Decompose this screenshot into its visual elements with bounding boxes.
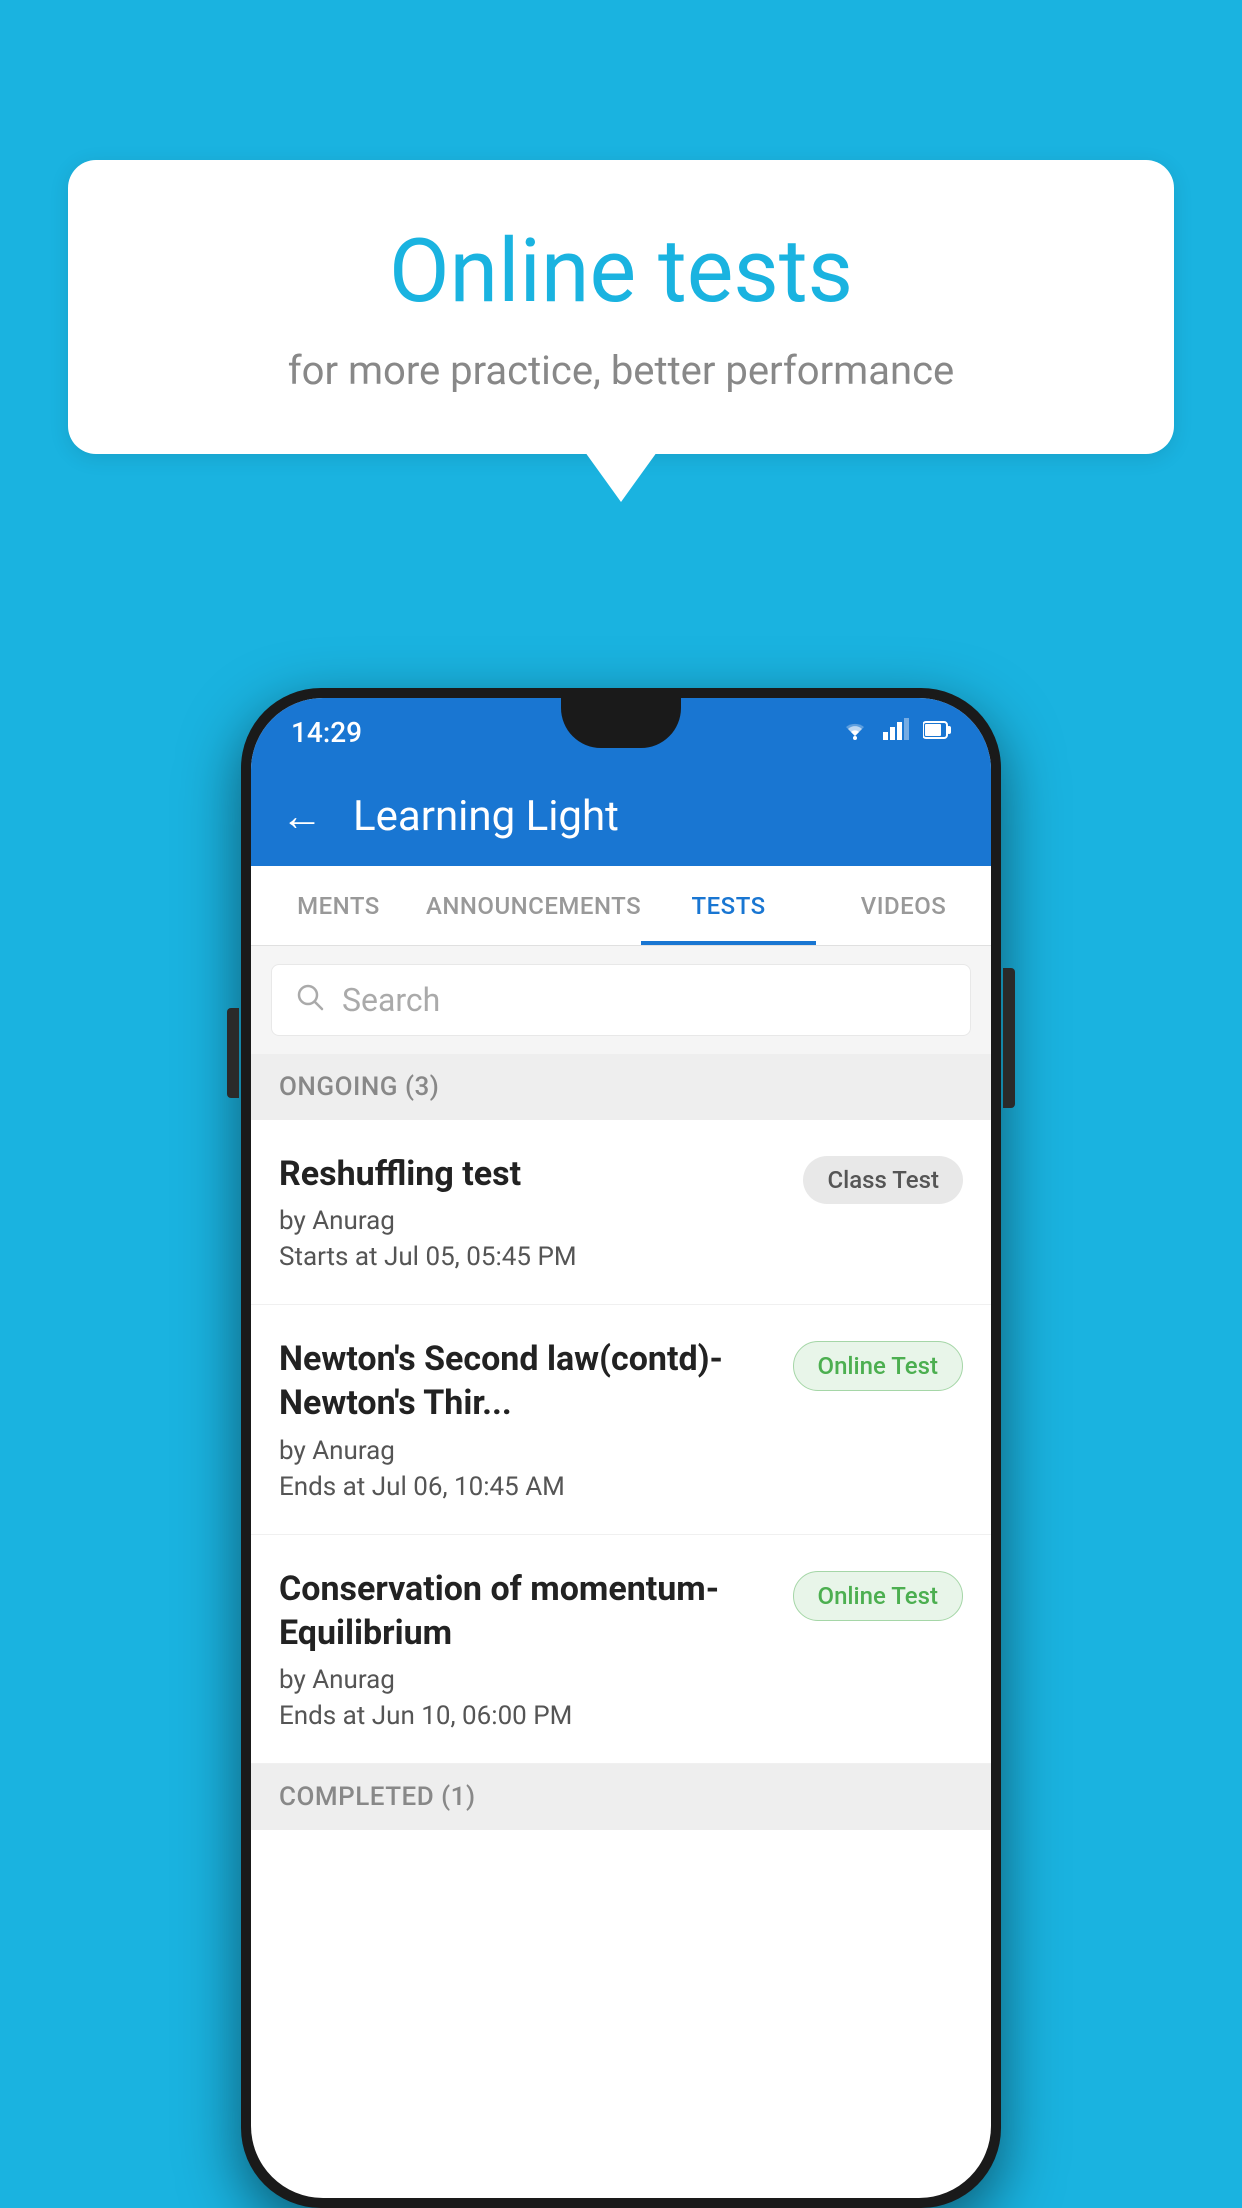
test-name: Reshuffling test: [279, 1152, 787, 1196]
phone-inner: 14:29: [251, 698, 991, 2198]
back-button[interactable]: ←: [281, 792, 323, 841]
test-author: by Anurag: [279, 1436, 777, 1466]
battery-icon: [923, 718, 951, 746]
test-item[interactable]: Newton's Second law(contd)-Newton's Thir…: [251, 1305, 991, 1534]
completed-section-header: COMPLETED (1): [251, 1764, 991, 1830]
search-bar[interactable]: Search: [271, 964, 971, 1036]
tab-videos[interactable]: VIDEOS: [816, 866, 991, 945]
search-bar-container: Search: [251, 946, 991, 1054]
ongoing-section-title: ONGOING (3): [279, 1072, 439, 1102]
test-info: Conservation of momentum-Equilibrium by …: [279, 1567, 777, 1731]
app-bar-title: Learning Light: [353, 792, 619, 841]
completed-section-title: COMPLETED (1): [279, 1782, 476, 1812]
test-item[interactable]: Conservation of momentum-Equilibrium by …: [251, 1535, 991, 1764]
tab-announcements[interactable]: ANNOUNCEMENTS: [426, 866, 641, 945]
ongoing-section-header: ONGOING (3): [251, 1054, 991, 1120]
test-badge-online: Online Test: [793, 1341, 963, 1391]
bubble-subtitle: for more practice, better performance: [148, 347, 1094, 394]
notch: [561, 698, 681, 748]
test-date: Ends at Jun 10, 06:00 PM: [279, 1701, 777, 1731]
wifi-icon: [841, 718, 869, 746]
test-author: by Anurag: [279, 1665, 777, 1695]
status-icons: [841, 718, 951, 746]
search-placeholder: Search: [342, 981, 440, 1019]
bubble-title: Online tests: [148, 220, 1094, 323]
tab-ments[interactable]: MENTS: [251, 866, 426, 945]
search-icon: [296, 981, 324, 1019]
test-badge-online-2: Online Test: [793, 1571, 963, 1621]
test-info: Reshuffling test by Anurag Starts at Jul…: [279, 1152, 787, 1272]
test-date: Ends at Jul 06, 10:45 AM: [279, 1472, 777, 1502]
phone-frame: 14:29: [241, 688, 1001, 2208]
test-name: Newton's Second law(contd)-Newton's Thir…: [279, 1337, 777, 1425]
app-bar: ← Learning Light: [251, 766, 991, 866]
status-bar: 14:29: [251, 698, 991, 766]
test-author: by Anurag: [279, 1206, 787, 1236]
test-list: Reshuffling test by Anurag Starts at Jul…: [251, 1120, 991, 1764]
status-time: 14:29: [291, 716, 362, 749]
speech-bubble: Online tests for more practice, better p…: [68, 160, 1174, 454]
signal-icon: [883, 718, 909, 746]
test-item[interactable]: Reshuffling test by Anurag Starts at Jul…: [251, 1120, 991, 1305]
tabs-bar: MENTS ANNOUNCEMENTS TESTS VIDEOS: [251, 866, 991, 946]
tab-tests[interactable]: TESTS: [641, 866, 816, 945]
test-name: Conservation of momentum-Equilibrium: [279, 1567, 777, 1655]
phone-outer: 14:29: [241, 688, 1001, 2208]
test-date: Starts at Jul 05, 05:45 PM: [279, 1242, 787, 1272]
speech-bubble-container: Online tests for more practice, better p…: [68, 160, 1174, 454]
test-info: Newton's Second law(contd)-Newton's Thir…: [279, 1337, 777, 1501]
test-badge-class: Class Test: [803, 1156, 963, 1204]
